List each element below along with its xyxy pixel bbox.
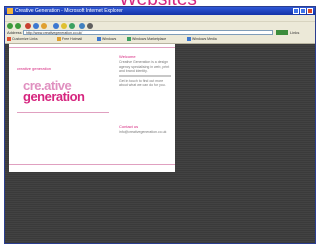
site-name: creative generation	[17, 66, 52, 71]
welcome-text: Creative Generation is a design agency s…	[119, 60, 170, 73]
title-bar[interactable]: Creative Generation - Microsoft Internet…	[5, 7, 315, 15]
link-item[interactable]: Windows Media	[187, 37, 217, 42]
logo-line2: generation	[23, 89, 85, 104]
logo-divider	[17, 112, 109, 113]
link-item[interactable]: Customize Links	[7, 37, 38, 42]
link-icon	[57, 37, 61, 42]
address-input[interactable]: http://www.creativegeneration.co.uk/	[23, 30, 273, 35]
maximize-button[interactable]	[300, 8, 306, 14]
contact-block: Contact us info@creativegeneration.co.uk	[119, 124, 171, 135]
desktop-area: creative generation cre.ative generation…	[5, 44, 315, 243]
web-page[interactable]: creative generation cre.ative generation…	[9, 44, 175, 172]
browser-window: Creative Generation - Microsoft Internet…	[4, 6, 316, 244]
link-icon	[97, 37, 101, 42]
top-divider	[9, 47, 175, 48]
address-label: Address	[7, 30, 22, 35]
bottom-divider	[9, 164, 175, 165]
link-item[interactable]: Windows Marketplace	[127, 37, 166, 42]
text-bar	[119, 74, 171, 77]
link-item[interactable]: Free Hotmail	[57, 37, 82, 42]
links-label: Links	[290, 30, 300, 35]
link-icon	[7, 37, 11, 42]
link-item[interactable]: Windows	[97, 37, 116, 42]
window-title: Creative Generation - Microsoft Internet…	[15, 8, 123, 14]
close-button[interactable]	[307, 8, 313, 14]
go-button[interactable]	[276, 30, 288, 35]
info-text: Get in touch to find out more about what…	[119, 78, 166, 88]
links-bar: Customize Links Free Hotmail Windows Win…	[5, 36, 315, 44]
welcome-block: Welcome Creative Generation is a design …	[119, 54, 171, 88]
contact-email[interactable]: info@creativegeneration.co.uk	[119, 130, 171, 135]
link-icon	[187, 37, 191, 42]
minimize-button[interactable]	[293, 8, 299, 14]
ie-icon	[7, 8, 13, 14]
address-bar: Address http://www.creativegeneration.co…	[5, 29, 315, 36]
link-icon	[127, 37, 131, 42]
